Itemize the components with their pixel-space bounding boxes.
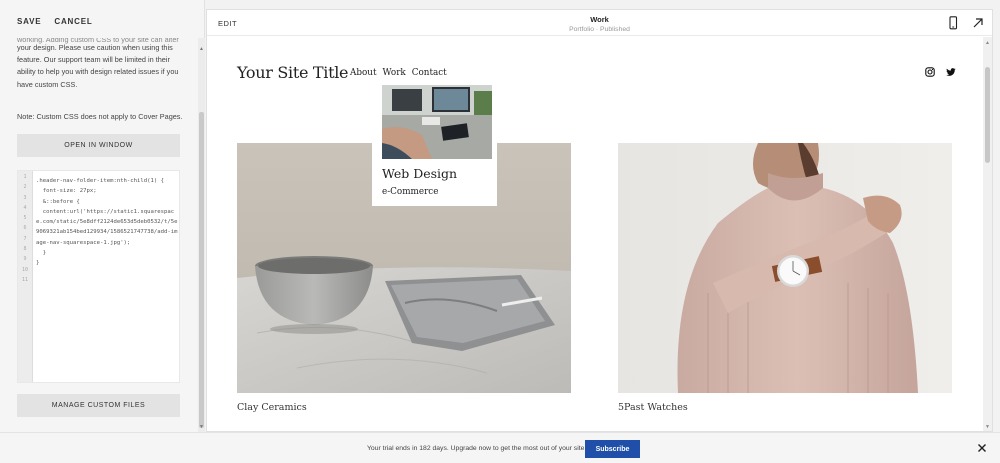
site-title[interactable]: Your Site Title [237,63,349,82]
line-number: 1 [23,174,27,180]
instagram-icon[interactable] [925,67,935,77]
manage-custom-files-button[interactable]: MANAGE CUSTOM FILES [17,394,180,417]
css-code-line[interactable]: &::before { [36,197,179,207]
preview-scrollbar-thumb[interactable] [985,67,990,163]
css-warning-text: your design. Please use caution when usi… [17,43,179,89]
save-button[interactable]: SAVE [17,17,41,26]
mobile-view-icon[interactable] [947,16,959,30]
dropdown-nav-image [382,85,492,159]
open-in-window-button[interactable]: OPEN IN WINDOW [17,134,180,157]
cover-page-note: Note: Custom CSS does not apply to Cover… [17,112,183,121]
line-number: 4 [23,204,27,211]
preview-header: EDIT Work Portfolio · Published [207,10,992,36]
preview-scroll-down-icon[interactable]: ▼ [983,424,992,430]
5past-watches-label[interactable]: 5Past Watches [618,402,952,413]
line-number: 3 [23,194,27,201]
line-number: 5 [23,215,27,222]
line-number: 9 [23,256,27,263]
line-number: 8 [23,246,27,253]
site-content: Your Site Title About Work Contact Clay … [207,37,983,431]
panel-actions: SAVE CANCEL [17,17,93,26]
css-code-line[interactable]: font-size: 27px; [36,186,179,196]
page-title: Work [590,15,609,24]
page-info: Work Portfolio · Published [207,15,992,33]
panel-body: working. Adding custom CSS to your site … [0,38,198,432]
panel-scrollbar-thumb[interactable] [199,112,204,428]
line-number-gutter: 1 2 3 4 5 6 7 8 9 10 11 [18,171,33,382]
panel-scrollbar[interactable]: ▲ ▼ [198,38,205,432]
page-status: Portfolio · Published [569,26,630,33]
css-code-line[interactable]: content:url('https://static1.squarespace… [36,207,179,248]
preview-scroll-up-icon[interactable]: ▲ [983,40,992,46]
scroll-up-arrow-icon[interactable]: ▲ [198,46,205,52]
line-number: 7 [23,235,27,242]
portfolio-item-5past-watches[interactable]: 5Past Watches [618,143,952,413]
line-number: 10 [21,266,29,273]
css-warning-cutoff: working. Adding custom CSS to your site … [17,38,179,44]
line-number: 2 [23,184,27,191]
twitter-icon[interactable] [946,67,956,77]
nav-contact[interactable]: Contact [412,68,447,78]
expand-icon[interactable] [971,16,985,30]
css-code-line[interactable]: } [36,248,179,258]
work-folder-dropdown: Web Design e-Commerce [372,85,497,206]
css-code-text[interactable]: .header-nav-folder-item:nth-child(1) { f… [36,176,179,269]
css-code-editor[interactable]: 1 2 3 4 5 6 7 8 9 10 11 .header-nav-folder-item:nt… [17,170,180,383]
line-number: 11 [21,276,29,283]
custom-css-panel: SAVE CANCEL working. Adding custom CSS t… [0,0,205,432]
scroll-down-arrow-icon[interactable]: ▼ [198,424,205,430]
css-warning: working. Adding custom CSS to your site … [17,38,187,91]
site-preview-frame: EDIT Work Portfolio · Published Your Sit… [206,9,993,432]
dropdown-item-e-commerce[interactable]: e-Commerce [382,187,438,197]
cancel-button[interactable]: CANCEL [54,17,92,26]
css-code-line[interactable]: .header-nav-folder-item:nth-child(1) { [36,176,179,186]
css-code-line[interactable]: } [36,258,179,268]
subscribe-button[interactable]: Subscribe [585,440,640,458]
clay-ceramics-label[interactable]: Clay Ceramics [237,402,571,413]
dropdown-item-web-design[interactable]: Web Design [382,166,457,181]
close-icon[interactable] [977,443,987,453]
line-number: 6 [23,225,27,232]
trial-message: Your trial ends in 182 days. Upgrade now… [367,445,587,452]
site-nav: About Work Contact [350,68,447,78]
social-links [925,67,956,77]
5past-watches-image[interactable] [618,143,952,393]
preview-scrollbar[interactable]: ▲ ▼ [983,37,992,431]
trial-banner: Your trial ends in 182 days. Upgrade now… [0,432,1000,463]
nav-about[interactable]: About [350,68,376,78]
nav-work[interactable]: Work [382,68,405,78]
